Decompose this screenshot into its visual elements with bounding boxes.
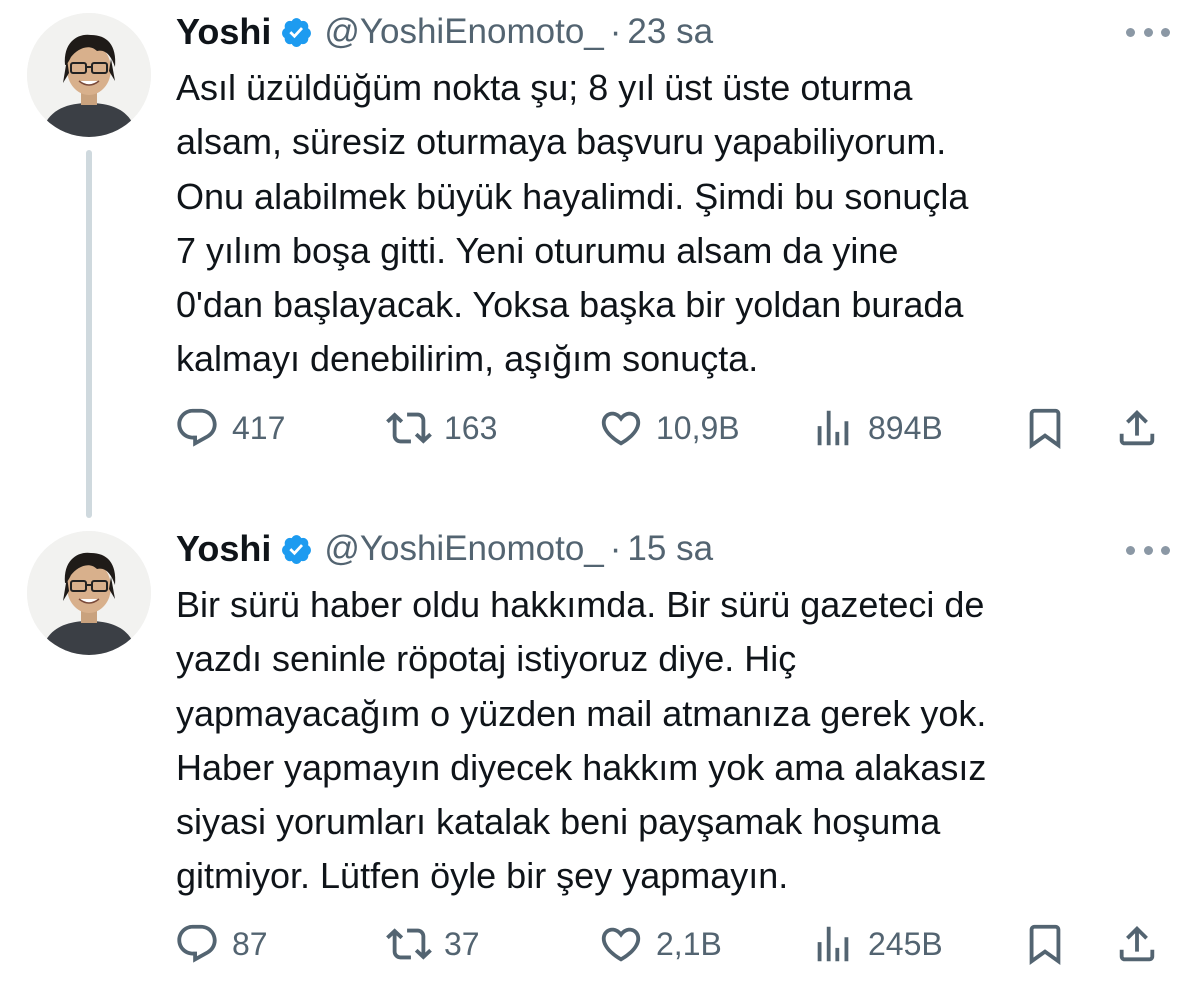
tweet-header: Yoshi @YoshiEnomoto_ · 23 sa <box>176 10 713 54</box>
handle[interactable]: @YoshiEnomoto_ <box>324 529 603 569</box>
view-count: 894B <box>868 409 943 446</box>
display-name[interactable]: Yoshi <box>176 528 271 570</box>
tweet-text: Bir sürü haber oldu hakkımda. Bir sürü g… <box>176 584 987 897</box>
avatar[interactable] <box>27 531 151 655</box>
bookmark-button[interactable] <box>1022 920 1068 968</box>
heart-icon <box>601 927 641 962</box>
reply-button[interactable]: 87 <box>174 920 268 968</box>
like-count: 10,9B <box>656 409 740 446</box>
retweet-icon <box>386 412 432 444</box>
view-count: 245B <box>868 925 943 962</box>
share-icon <box>1119 409 1155 446</box>
avatar[interactable] <box>27 13 151 137</box>
bookmark-icon <box>1029 924 1061 965</box>
retweet-button[interactable]: 37 <box>386 920 480 968</box>
action-bar: 87 37 2,1B 245B <box>174 920 1170 968</box>
reply-count: 417 <box>232 409 286 446</box>
handle[interactable]: @YoshiEnomoto_ <box>324 12 603 52</box>
views-button[interactable]: 245B <box>810 920 943 968</box>
tweet[interactable]: Yoshi @YoshiEnomoto_ · 23 sa Asıl üzüldü… <box>0 0 1200 518</box>
share-icon <box>1119 925 1155 962</box>
retweet-count: 37 <box>444 925 480 962</box>
retweet-button[interactable]: 163 <box>386 404 497 452</box>
verified-badge-icon <box>280 16 313 49</box>
retweet-count: 163 <box>444 409 498 446</box>
separator-dot: · <box>609 529 622 568</box>
heart-icon <box>601 411 641 446</box>
reply-button[interactable]: 417 <box>174 404 285 452</box>
thread-line <box>86 150 92 518</box>
share-button[interactable] <box>1114 404 1160 452</box>
bookmark-icon <box>1029 408 1061 449</box>
person-with-glasses-avatar-icon <box>27 531 151 655</box>
views-button[interactable]: 894B <box>810 404 943 452</box>
tweet-header: Yoshi @YoshiEnomoto_ · 15 sa <box>176 527 713 571</box>
views-chart-icon <box>817 410 849 446</box>
reply-count: 87 <box>232 925 268 962</box>
timestamp[interactable]: 23 sa <box>627 12 713 52</box>
timestamp[interactable]: 15 sa <box>627 529 713 569</box>
views-chart-icon <box>817 926 849 962</box>
tweet-text: Asıl üzüldüğüm nokta şu; 8 yıl üst üste … <box>176 67 969 380</box>
person-with-glasses-avatar-icon <box>27 13 151 137</box>
more-options-icon[interactable] <box>1126 22 1170 42</box>
like-button[interactable]: 2,1B <box>598 920 722 968</box>
more-options-icon[interactable] <box>1126 540 1170 560</box>
retweet-icon <box>386 928 432 960</box>
like-button[interactable]: 10,9B <box>598 404 740 452</box>
separator-dot: · <box>609 12 622 51</box>
share-button[interactable] <box>1114 920 1160 968</box>
action-bar: 417 163 10,9B 894B <box>174 404 1170 452</box>
like-count: 2,1B <box>656 925 722 962</box>
tweet[interactable]: Yoshi @YoshiEnomoto_ · 15 sa Bir sürü ha… <box>0 500 1200 996</box>
bookmark-button[interactable] <box>1022 404 1068 452</box>
verified-badge-icon <box>280 533 313 566</box>
reply-icon <box>177 408 217 447</box>
display-name[interactable]: Yoshi <box>176 11 271 53</box>
reply-icon <box>177 924 217 963</box>
